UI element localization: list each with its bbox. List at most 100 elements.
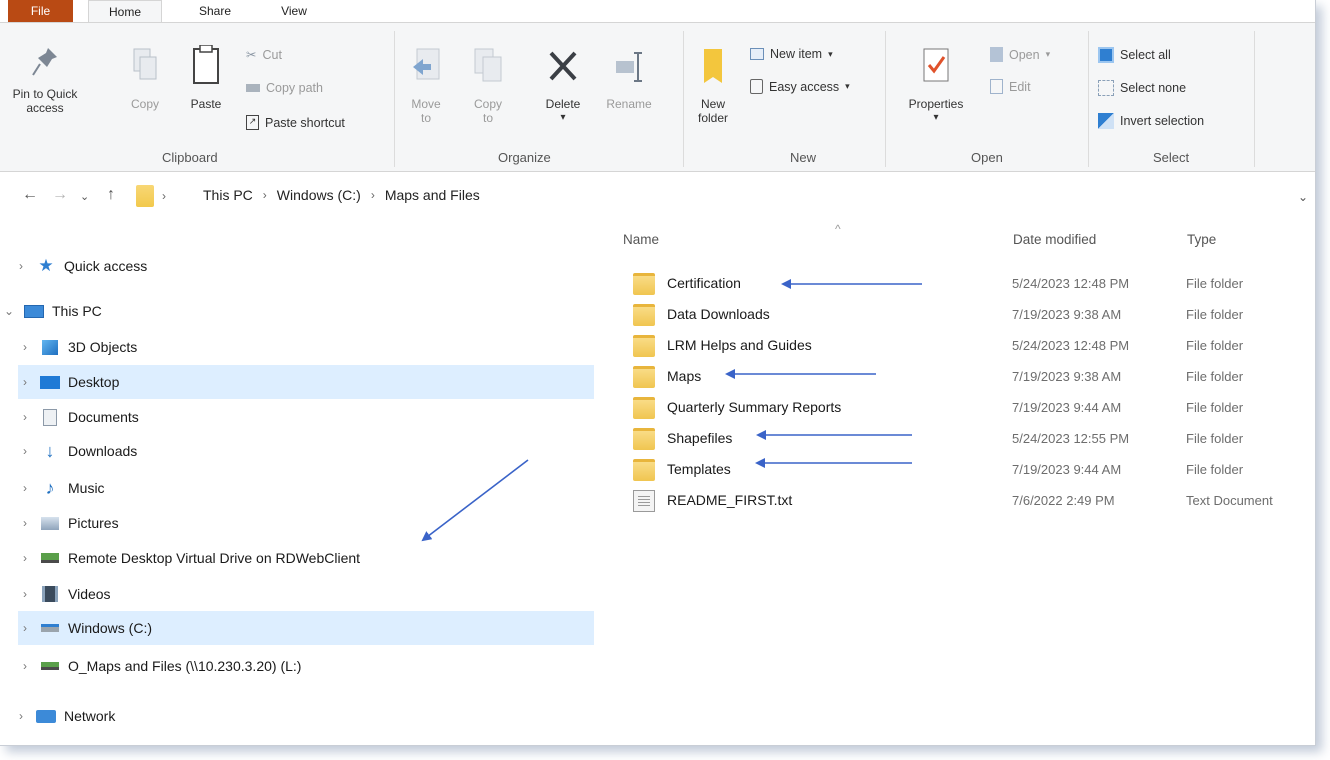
breadcrumb-separator-icon: ›: [162, 189, 166, 203]
monitor-icon: [24, 303, 44, 319]
move-to-icon: [413, 48, 440, 80]
folder-icon: [633, 459, 655, 481]
nav-label: Desktop: [68, 374, 120, 390]
select-all-label: Select all: [1120, 48, 1171, 62]
nav-network[interactable]: › Network: [14, 699, 590, 733]
file-name: README_FIRST.txt: [667, 492, 793, 508]
nav-label: 3D Objects: [68, 339, 138, 355]
nav-quick-access[interactable]: › ★ Quick access: [14, 249, 590, 283]
address-path-root[interactable]: ›: [136, 184, 192, 208]
nav-o-maps-and-files[interactable]: › O_Maps and Files (\\10.230.3.20) (L:): [18, 649, 594, 683]
move-to-button[interactable]: Move to: [406, 45, 446, 125]
nav-pictures[interactable]: › Pictures: [18, 506, 594, 540]
file-date: 5/24/2023 12:55 PM: [1012, 431, 1130, 446]
drive-icon: [40, 620, 60, 636]
ribbon-divider: [394, 31, 395, 167]
nav-documents[interactable]: › Documents: [18, 400, 594, 434]
invert-selection-icon: [1098, 113, 1114, 129]
column-header-date-modified[interactable]: Date modified: [1013, 232, 1096, 247]
select-none-icon: [1098, 80, 1114, 96]
expand-chevron-icon[interactable]: ›: [18, 444, 32, 458]
nav-remote-desktop-drive[interactable]: › Remote Desktop Virtual Drive on RDWebC…: [18, 541, 594, 575]
expand-chevron-icon[interactable]: ›: [14, 259, 28, 273]
cut-button[interactable]: ✂ Cut: [246, 47, 282, 63]
collapse-chevron-icon[interactable]: ⌄: [2, 304, 16, 318]
open-button[interactable]: Open ▾: [990, 47, 1050, 62]
copy-path-button[interactable]: Copy path: [246, 81, 323, 95]
file-date: 7/19/2023 9:44 AM: [1012, 462, 1122, 477]
expand-chevron-icon[interactable]: ›: [18, 621, 32, 635]
column-header-type[interactable]: Type: [1187, 232, 1216, 247]
new-folder-button[interactable]: New folder: [690, 45, 736, 125]
list-item[interactable]: Quarterly Summary Reports 7/19/2023 9:44…: [625, 393, 1315, 423]
file-date: 5/24/2023 12:48 PM: [1012, 276, 1130, 291]
network-drive-icon: [40, 658, 60, 674]
back-arrow-icon[interactable]: ←: [22, 186, 38, 204]
breadcrumb-this-pc[interactable]: This PC: [203, 187, 253, 203]
up-arrow-icon[interactable]: ↑: [107, 186, 115, 204]
list-item[interactable]: Templates 7/19/2023 9:44 AM File folder: [625, 455, 1315, 485]
nav-downloads[interactable]: › ↓ Downloads: [18, 434, 594, 468]
rename-button[interactable]: Rename: [598, 45, 660, 111]
list-item[interactable]: Data Downloads 7/19/2023 9:38 AM File fo…: [625, 300, 1315, 330]
breadcrumb-separator-icon: ›: [370, 188, 375, 202]
folder-icon: [136, 185, 154, 207]
invert-selection-button[interactable]: Invert selection: [1098, 113, 1204, 129]
copy-to-button[interactable]: Copy to: [468, 45, 508, 125]
dropdown-arrow-icon: ▾: [828, 48, 833, 59]
paste-button[interactable]: Paste: [183, 45, 229, 111]
select-none-button[interactable]: Select none: [1098, 80, 1186, 96]
copy-button[interactable]: Copy: [120, 45, 170, 111]
properties-button[interactable]: Properties ▾: [896, 45, 976, 125]
nav-windows-c[interactable]: › Windows (C:): [18, 611, 594, 645]
dropdown-arrow-icon: ▾: [845, 81, 850, 91]
expand-chevron-icon[interactable]: ›: [18, 410, 32, 424]
address-dropdown-icon[interactable]: ⌄: [1298, 190, 1308, 204]
tab-home[interactable]: Home: [88, 0, 162, 22]
breadcrumb-maps-and-files[interactable]: Maps and Files: [385, 187, 480, 203]
edit-button[interactable]: Edit: [990, 79, 1031, 94]
expand-chevron-icon[interactable]: ›: [18, 587, 32, 601]
expand-chevron-icon[interactable]: ›: [18, 516, 32, 530]
file-name: Shapefiles: [667, 430, 733, 446]
expand-chevron-icon[interactable]: ›: [18, 481, 32, 495]
music-note-icon: ♪: [45, 477, 55, 498]
nav-music[interactable]: › ♪ Music: [18, 471, 594, 505]
nav-this-pc[interactable]: ⌄ This PC: [2, 294, 578, 328]
ribbon-divider: [1254, 31, 1255, 167]
file-name: Templates: [667, 461, 731, 477]
forward-arrow-icon[interactable]: →: [52, 186, 68, 204]
pin-quick-access-button[interactable]: Pin to Quick access: [2, 45, 88, 115]
tab-share[interactable]: Share: [185, 0, 245, 22]
nav-desktop[interactable]: › Desktop: [18, 365, 594, 399]
list-item[interactable]: README_FIRST.txt 7/6/2022 2:49 PM Text D…: [625, 486, 1315, 516]
organize-group-label: Organize: [498, 150, 551, 165]
list-item[interactable]: Maps 7/19/2023 9:38 AM File folder: [625, 362, 1315, 392]
breadcrumb-windows-c[interactable]: Windows (C:): [277, 187, 361, 203]
new-item-button[interactable]: New item ▾: [750, 47, 833, 61]
expand-chevron-icon[interactable]: ›: [18, 375, 32, 389]
list-item[interactable]: LRM Helps and Guides 5/24/2023 12:48 PM …: [625, 331, 1315, 361]
tab-file[interactable]: File: [8, 0, 73, 22]
tab-view[interactable]: View: [266, 0, 322, 22]
nav-videos[interactable]: › Videos: [18, 577, 594, 611]
nav-3d-objects[interactable]: › 3D Objects: [18, 330, 594, 364]
file-name: Certification: [667, 275, 741, 291]
paste-shortcut-button[interactable]: ↗ Paste shortcut: [246, 115, 345, 130]
properties-check-icon: [923, 48, 949, 82]
nav-label: Remote Desktop Virtual Drive on RDWebCli…: [68, 550, 361, 566]
list-item[interactable]: Certification 5/24/2023 12:48 PM File fo…: [625, 269, 1315, 299]
delete-button[interactable]: Delete ▾: [537, 45, 589, 125]
video-icon: [40, 586, 60, 602]
list-item[interactable]: Shapefiles 5/24/2023 12:55 PM File folde…: [625, 424, 1315, 454]
expand-chevron-icon[interactable]: ›: [18, 340, 32, 354]
recent-locations-chevron-icon[interactable]: ⌄: [80, 190, 89, 203]
copy-path-icon: [246, 84, 260, 92]
select-all-button[interactable]: Select all: [1098, 47, 1171, 63]
expand-chevron-icon[interactable]: ›: [18, 551, 32, 565]
easy-access-button[interactable]: Easy access ▾: [750, 79, 850, 94]
expand-chevron-icon[interactable]: ›: [18, 659, 32, 673]
breadcrumb: This PC › Windows (C:) › Maps and Files: [203, 187, 480, 203]
column-header-name[interactable]: Name: [623, 232, 659, 247]
expand-chevron-icon[interactable]: ›: [14, 709, 28, 723]
